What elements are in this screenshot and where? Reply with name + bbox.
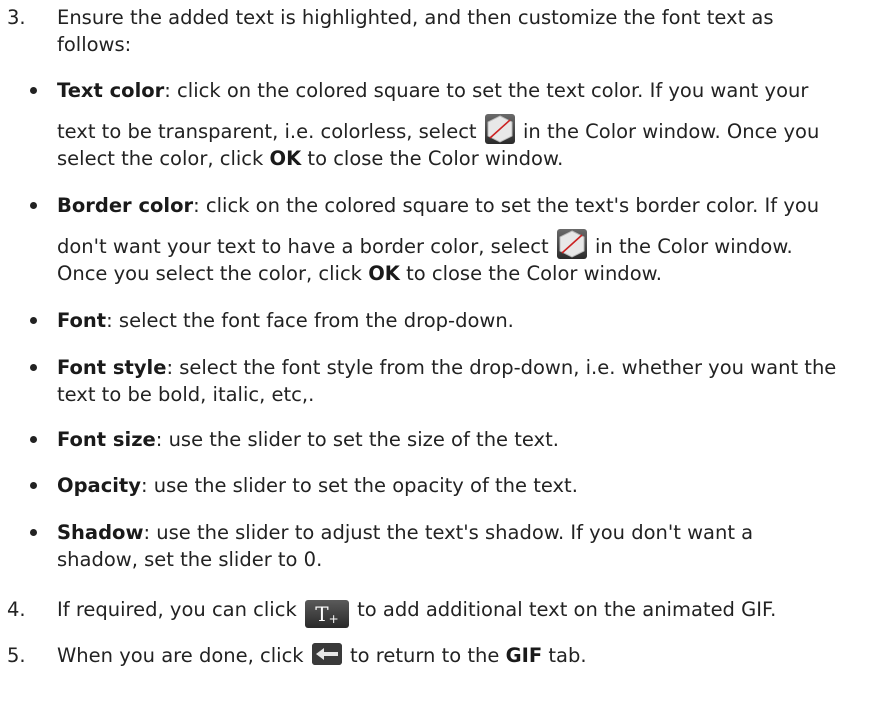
bullet-desc: : click on the colored square to set the… [164, 79, 809, 102]
term-shadow: Shadow [57, 521, 144, 544]
bullet-text: Text color: click on the colored square … [57, 77, 857, 172]
term-text-color: Text color [57, 79, 165, 102]
bullet-dot [30, 364, 37, 371]
bullet-desc: : use the slider to adjust the text's sh… [143, 521, 754, 544]
step-4-text: If required, you can click T+ to add add… [57, 596, 857, 628]
bullet-text: Border color: click on the colored squar… [57, 192, 857, 287]
bullet-desc: : click on the colored square to set the… [193, 194, 820, 217]
bullet-text: Shadow: use the slider to adjust the tex… [57, 519, 857, 573]
bullet-desc: to close the Color window. [307, 147, 564, 170]
step-number: 3. [7, 6, 26, 29]
bullet-desc: select the color, click [57, 147, 264, 170]
bullet-desc: Once you select the color, click [57, 262, 362, 285]
step-desc: When you are done, click [57, 644, 304, 667]
term-font-size: Font size [57, 428, 156, 451]
bullet-desc: : select the font face from the drop-dow… [106, 309, 514, 332]
bullet-desc: don't want your text to have a border co… [57, 235, 549, 258]
step-number: 4. [7, 598, 26, 621]
step-desc: tab. [548, 644, 587, 667]
help-document: 3. Ensure the added text is highlighted,… [0, 0, 880, 704]
bullet-desc: : use the slider to set the opacity of t… [140, 474, 578, 497]
add-text-plus: + [328, 612, 339, 626]
bullet-desc: : select the font style from the drop-do… [166, 356, 837, 379]
bullet-dot [30, 436, 37, 443]
step-number: 5. [7, 644, 26, 667]
step-desc: to add additional text on the animated G… [357, 598, 777, 621]
bullet-desc: text to be bold, italic, etc,. [57, 383, 315, 406]
step-3-text: Ensure the added text is highlighted, an… [57, 4, 857, 58]
bullet-dot [30, 529, 37, 536]
step-3-line-2: follows: [57, 33, 132, 56]
bullet-dot [30, 317, 37, 324]
gif-tab-label: GIF [505, 644, 543, 667]
term-font: Font [57, 309, 107, 332]
bullet-desc: to close the Color window. [406, 262, 662, 285]
bullet-text: Font: select the font face from the drop… [57, 307, 857, 334]
bullet-desc: in the Color window. Once you [522, 120, 820, 143]
no-color-icon [484, 114, 515, 144]
bullet-dot [30, 87, 37, 94]
step-desc: to return to the [350, 644, 500, 667]
bullet-desc: shadow, set the slider to 0. [57, 548, 323, 571]
step-desc: If required, you can click [57, 598, 297, 621]
no-color-icon [556, 229, 587, 259]
add-text-glyph: T [315, 602, 329, 626]
bullet-text: Font size: use the slider to set the siz… [57, 426, 857, 453]
bullet-dot [30, 482, 37, 489]
term-opacity: Opacity [57, 474, 141, 497]
ok-label: OK [368, 262, 400, 285]
bullet-desc: text to be transparent, i.e. colorless, … [57, 120, 477, 143]
term-font-style: Font style [57, 356, 167, 379]
bullet-text: Opacity: use the slider to set the opaci… [57, 472, 857, 499]
bullet-desc: in the Color window. [595, 235, 793, 258]
step-3-line-1: Ensure the added text is highlighted, an… [57, 6, 774, 29]
ok-label: OK [269, 147, 302, 170]
bullet-dot [30, 202, 37, 209]
bullet-text: Font style: select the font style from t… [57, 354, 857, 408]
term-border-color: Border color [57, 194, 194, 217]
bullet-desc: : use the slider to set the size of the … [155, 428, 559, 451]
step-5-text: When you are done, click to return to th… [57, 642, 857, 669]
back-arrow-icon [311, 643, 342, 665]
add-text-icon: T+ [304, 600, 349, 628]
